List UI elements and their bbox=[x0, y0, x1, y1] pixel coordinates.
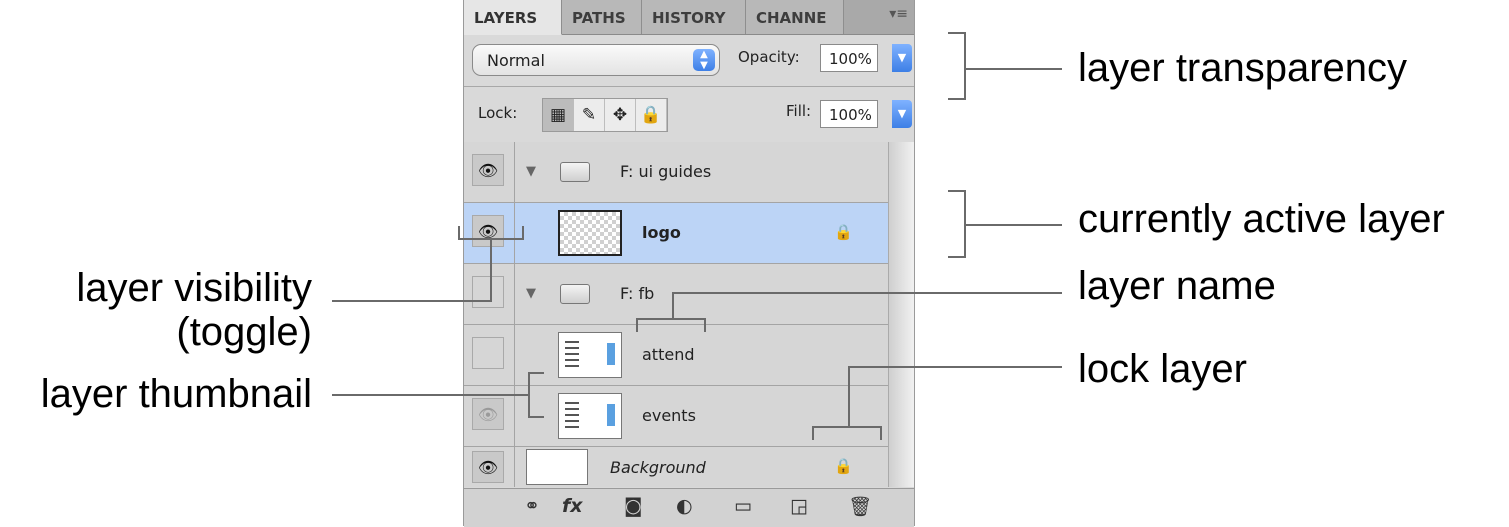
panel-menu-icon[interactable]: ▾≡ bbox=[889, 6, 908, 22]
annotation-lock-layer: lock layer bbox=[1078, 347, 1247, 391]
fill-input[interactable]: 100% bbox=[820, 100, 878, 128]
layer-row-ui-guides[interactable]: 👁 ▼ F: ui guides bbox=[464, 142, 888, 203]
annotation-toggle: (toggle) bbox=[176, 310, 312, 354]
panel-tabs: LAYERS PATHS HISTORY CHANNE ▾≡ bbox=[464, 0, 914, 35]
column-divider bbox=[514, 142, 515, 203]
mask-icon[interactable]: ◙ bbox=[624, 495, 642, 517]
disclosure-triangle-icon[interactable]: ▼ bbox=[526, 164, 536, 179]
layer-row-logo[interactable]: 👁 logo 🔒 bbox=[464, 203, 888, 264]
folder-icon[interactable]: ▭ bbox=[734, 495, 752, 517]
column-divider bbox=[514, 264, 515, 325]
layer-thumbnail[interactable] bbox=[558, 332, 622, 378]
tab-history[interactable]: HISTORY bbox=[642, 0, 746, 34]
layers-panel: LAYERS PATHS HISTORY CHANNE ▾≡ Normal ▲ ▼… bbox=[463, 0, 915, 527]
bracket-transparency bbox=[948, 32, 966, 100]
visibility-eye-icon[interactable]: 👁 bbox=[472, 451, 504, 483]
annotation-layer-name: layer name bbox=[1078, 264, 1276, 308]
folder-icon bbox=[560, 162, 590, 182]
bracket-lock bbox=[812, 426, 882, 440]
new-layer-icon[interactable]: ◲ bbox=[790, 495, 808, 517]
annotation-layer-visibility: layer visibility bbox=[76, 266, 312, 310]
leader-line-active bbox=[966, 224, 1062, 226]
leader-line-visibility bbox=[332, 300, 492, 302]
layers-toolbar: ⚭ fx ◙ ◐ ▭ ◲ 🗑 bbox=[464, 488, 914, 527]
panel-menu-glyph: ≡ bbox=[896, 6, 908, 22]
opacity-input[interactable]: 100% bbox=[820, 44, 878, 72]
layer-thumbnail[interactable] bbox=[558, 393, 622, 439]
bracket-thumbnail bbox=[528, 372, 544, 418]
visibility-eye-icon[interactable] bbox=[472, 337, 504, 369]
layer-thumbnail[interactable] bbox=[526, 449, 588, 485]
tab-channels[interactable]: CHANNE bbox=[746, 0, 844, 34]
opacity-dropdown-icon[interactable]: ▼ bbox=[892, 44, 912, 72]
lock-position-icon[interactable]: ✥ bbox=[605, 99, 636, 131]
annotation-active-layer: currently active layer bbox=[1078, 197, 1445, 241]
leader-line-thumbnail bbox=[332, 394, 528, 396]
visibility-eye-icon[interactable]: 👁 bbox=[472, 154, 504, 186]
lock-buttons: ▦ ✎ ✥ 🔒 bbox=[542, 98, 668, 132]
leader-line-visibility-drop bbox=[490, 240, 492, 300]
opacity-label: Opacity: bbox=[738, 48, 800, 66]
bracket-name bbox=[636, 318, 706, 332]
fill-label: Fill: bbox=[786, 102, 812, 120]
divider bbox=[464, 86, 914, 87]
select-arrows-icon: ▲ ▼ bbox=[693, 49, 715, 71]
bracket-visibility bbox=[458, 226, 524, 240]
adjustment-icon[interactable]: ◐ bbox=[676, 495, 693, 517]
lock-all-icon[interactable]: 🔒 bbox=[636, 99, 667, 131]
folder-icon bbox=[560, 284, 590, 304]
trash-icon[interactable]: 🗑 bbox=[848, 495, 872, 518]
bracket-active bbox=[948, 190, 966, 258]
leader-line-lock bbox=[848, 366, 1062, 368]
layers-scrollbar[interactable] bbox=[888, 142, 914, 487]
leader-line-lock-drop bbox=[848, 366, 850, 428]
tab-layers[interactable]: LAYERS bbox=[464, 0, 562, 35]
tab-paths[interactable]: PATHS bbox=[562, 0, 642, 34]
leader-line-name bbox=[672, 292, 1062, 294]
blend-mode-select[interactable]: Normal ▲ ▼ bbox=[472, 44, 720, 76]
visibility-eye-icon[interactable]: 👁 bbox=[472, 398, 504, 430]
layer-name[interactable]: Background bbox=[610, 458, 706, 477]
layer-name[interactable]: F: ui guides bbox=[620, 162, 711, 181]
leader-line-transparency bbox=[966, 68, 1062, 70]
leader-line-name-drop bbox=[672, 292, 674, 320]
lock-image-icon[interactable]: ✎ bbox=[574, 99, 605, 131]
fill-dropdown-icon[interactable]: ▼ bbox=[892, 100, 912, 128]
visibility-eye-icon[interactable] bbox=[472, 276, 504, 308]
layer-name[interactable]: attend bbox=[642, 345, 695, 364]
annotation-layer-transparency: layer transparency bbox=[1078, 46, 1408, 90]
padlock-icon: 🔒 bbox=[834, 223, 853, 241]
layer-name[interactable]: F: fb bbox=[620, 284, 654, 303]
layer-row-background[interactable]: 👁 Background 🔒 bbox=[464, 447, 888, 487]
link-icon[interactable]: ⚭ bbox=[524, 495, 540, 517]
column-divider bbox=[514, 447, 515, 487]
layer-row-fb[interactable]: ▼ F: fb bbox=[464, 264, 888, 325]
layer-name[interactable]: logo bbox=[642, 223, 681, 242]
layer-thumbnail[interactable] bbox=[558, 210, 622, 256]
fx-icon[interactable]: fx bbox=[562, 495, 583, 517]
lock-label: Lock: bbox=[478, 104, 518, 122]
padlock-icon: 🔒 bbox=[834, 457, 853, 475]
column-divider bbox=[514, 325, 515, 386]
blend-mode-value: Normal bbox=[487, 51, 545, 70]
layer-name[interactable]: events bbox=[642, 406, 696, 425]
annotation-layer-thumbnail: layer thumbnail bbox=[40, 372, 312, 416]
disclosure-triangle-icon[interactable]: ▼ bbox=[526, 286, 536, 301]
lock-transparent-icon[interactable]: ▦ bbox=[543, 99, 574, 131]
